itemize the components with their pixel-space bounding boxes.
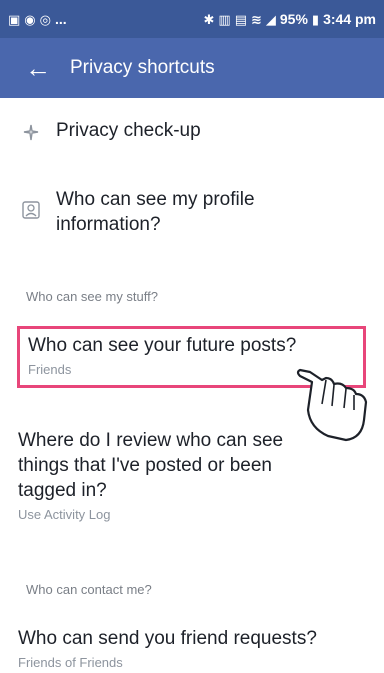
friend-requests-title: Who can send you friend requests? [18,628,317,649]
review-tagged-value: Use Activity Log [18,507,111,522]
back-arrow-icon[interactable]: ← [18,48,58,88]
future-posts-title: Who can see your future posts? [28,335,297,356]
instagram-icon: ◎ [39,11,51,27]
profile-info-label: Who can see my profile information? [56,189,255,235]
nfc-icon: ▤ [234,11,247,27]
friend-requests-row[interactable]: Who can send you friend requests? Friend… [18,626,366,672]
profile-info-item[interactable]: Who can see my profile information? [18,187,366,237]
battery-percent: 95% [279,11,308,27]
section-heading-my-stuff: Who can see my stuff? [26,289,158,304]
status-bar: ▣ ◉ ◎ ... ✱ ▥ ▤ ≋ ◢ 95% ▮ 3:44 pm [0,0,384,38]
review-tagged-title: Where do I review who can see things tha… [18,430,284,501]
profile-card-icon [18,197,44,223]
privacy-checkup-label: Privacy check-up [56,120,201,141]
bluetooth-icon: ✱ [203,11,215,27]
app-bar: ← Privacy shortcuts [0,38,384,98]
status-right: ✱ ▥ ▤ ≋ ◢ 95% ▮ 3:44 pm [203,11,376,27]
battery-icon: ▮ [311,11,320,27]
wifi-icon: ≋ [250,11,262,27]
sparkle-icon [18,120,44,146]
page-title: Privacy shortcuts [70,57,215,78]
status-time: 3:44 pm [323,11,376,27]
chat-icon: ◉ [24,11,36,27]
review-tagged-row[interactable]: Where do I review who can see things tha… [18,428,366,524]
status-dots: ... [54,11,67,27]
friend-requests-value: Friends of Friends [18,655,123,670]
vibrate-icon: ▥ [218,11,231,27]
privacy-checkup-item[interactable]: Privacy check-up [18,118,366,146]
gallery-icon: ▣ [8,11,21,27]
signal-icon: ◢ [265,11,276,27]
status-left: ▣ ◉ ◎ ... [8,11,67,27]
section-heading-contact: Who can contact me? [26,582,152,597]
